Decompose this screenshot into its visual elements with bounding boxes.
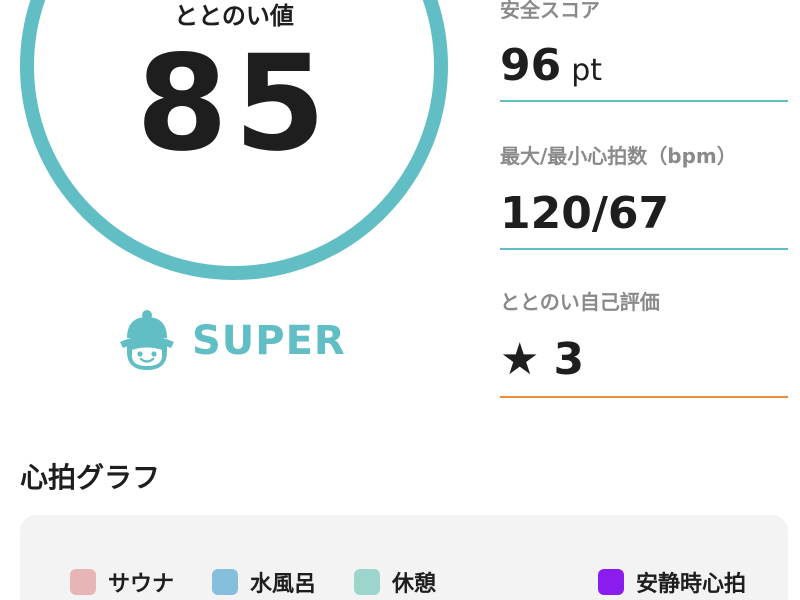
legend-label-cold-bath: 水風呂 — [250, 572, 317, 597]
legend-item-cold-bath: 水風呂 — [212, 567, 316, 597]
legend-swatch-rest — [354, 569, 380, 595]
safety-score-underline — [500, 100, 788, 102]
self-rating-label: ととのい自己評価 — [500, 290, 660, 314]
legend-label-resting-heart-rate: 安静時心拍 — [636, 572, 747, 597]
safety-score-number: 96 — [500, 40, 562, 91]
safety-score-unit: pt — [571, 53, 603, 88]
legend-item-sauna: サウナ — [70, 567, 174, 597]
legend-swatch-cold-bath — [212, 569, 238, 595]
heart-rate-value: 120/67 — [500, 188, 670, 239]
legend-item-resting-heart-rate: 安静時心拍 — [598, 567, 746, 597]
totonoi-score-ring: ととのい値 85 — [20, 0, 448, 280]
star-icon: ★ — [500, 334, 540, 385]
self-rating-number: 3 — [553, 334, 585, 385]
legend-item-rest: 休憩 — [354, 567, 436, 597]
legend-label-rest: 休憩 — [392, 572, 437, 597]
self-rating-stat: ととのい自己評価 ★ 3 — [500, 252, 788, 400]
legend-swatch-resting-heart-rate — [598, 569, 624, 595]
sauna-hat-mascot-icon — [120, 310, 174, 370]
heart-rate-stat: 最大/最小心拍数（bpm） 120/67 — [500, 104, 788, 252]
rank-badge: SUPER — [118, 306, 346, 376]
score-value: 85 — [136, 27, 332, 181]
heart-rate-label: 最大/最小心拍数（bpm） — [500, 144, 737, 168]
sauna-result-screen: ととのい値 85 SUPER 安全スコア 96 pt 最大/最小心拍数（bpm） … — [0, 0, 800, 600]
heart-rate-graph-card: サウナ 水風呂 休憩 安静時心拍 — [20, 515, 788, 600]
legend-swatch-sauna — [70, 569, 96, 595]
self-rating-value: ★ 3 — [500, 338, 584, 382]
safety-score-label: 安全スコア — [500, 0, 600, 22]
heart-rate-graph-title: 心拍グラフ — [20, 461, 161, 494]
self-rating-underline — [500, 396, 788, 398]
safety-score-value: 96 pt — [500, 44, 602, 88]
rank-label: SUPER — [192, 318, 346, 364]
legend-label-sauna: サウナ — [108, 572, 175, 597]
safety-score-stat: 安全スコア 96 pt — [500, 0, 788, 104]
heart-rate-underline — [500, 248, 788, 250]
